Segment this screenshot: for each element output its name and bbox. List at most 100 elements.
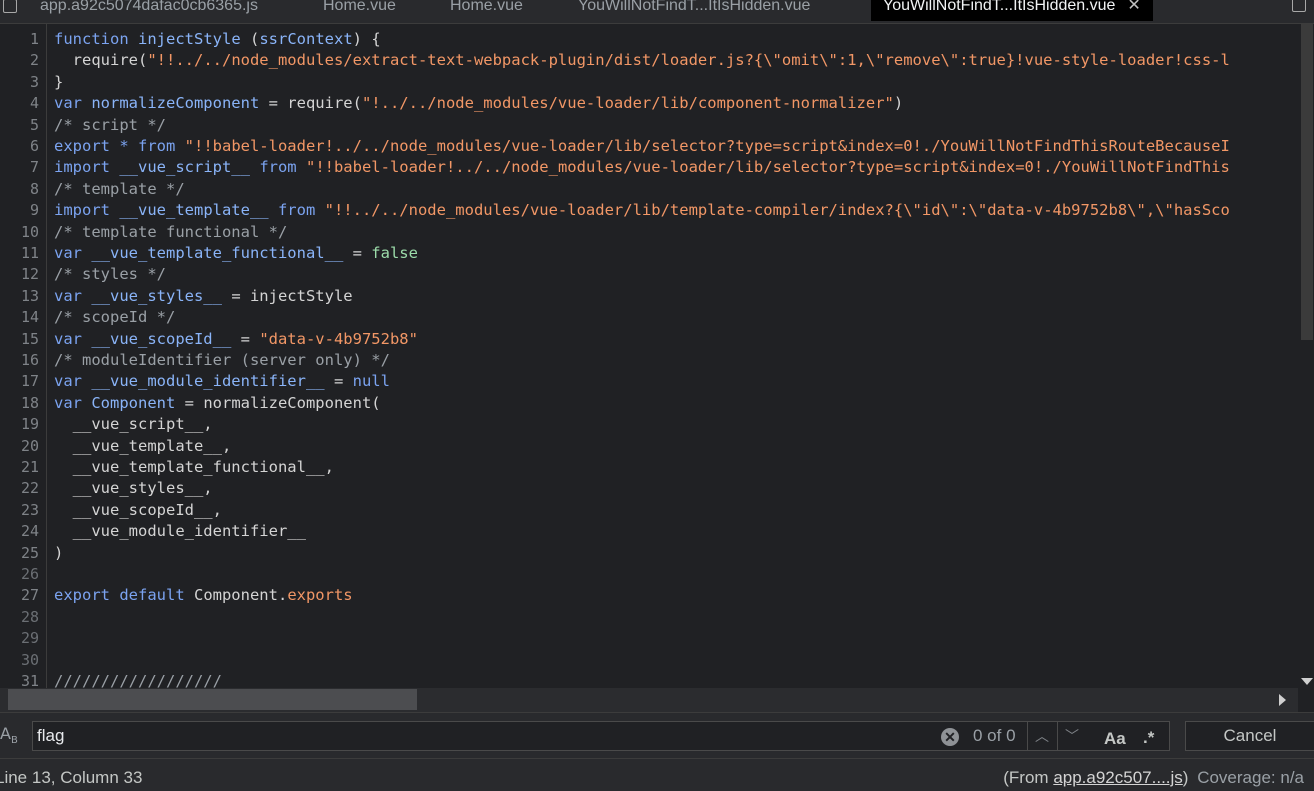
code-line[interactable]: 30 <box>0 650 1298 671</box>
code-text: require("!!../../node_modules/extract-te… <box>54 50 1230 71</box>
code-line[interactable]: 13 var __vue_styles__ = injectStyle <box>0 286 1298 307</box>
line-number[interactable]: 28 <box>0 607 39 628</box>
vertical-scroll-thumb[interactable] <box>1301 24 1313 340</box>
code-line[interactable]: 23 __vue_scopeId__, <box>0 500 1298 521</box>
code-line[interactable]: 4 var normalizeComponent = require("!../.… <box>0 93 1298 114</box>
line-number[interactable]: 29 <box>0 628 39 649</box>
search-input[interactable] <box>37 724 927 748</box>
line-number[interactable]: 31 <box>0 671 39 688</box>
scroll-down-arrow-icon[interactable] <box>1301 678 1313 685</box>
line-number[interactable]: 8 <box>0 179 39 200</box>
code-line[interactable]: 29 <box>0 628 1298 649</box>
code-line[interactable]: 11 var __vue_template_functional__ = fals… <box>0 243 1298 264</box>
code-line[interactable]: 20 __vue_template__, <box>0 436 1298 457</box>
line-number[interactable]: 1 <box>0 29 39 50</box>
regex-button[interactable]: .* <box>1143 728 1154 748</box>
line-number[interactable]: 7 <box>0 157 39 178</box>
code-token: __vue_template__ <box>119 201 269 220</box>
source-file-link[interactable]: app.a92c507....js <box>1053 768 1182 787</box>
code-line[interactable]: 7 import __vue_script__ from "!!babel-loa… <box>0 157 1298 178</box>
line-number[interactable]: 3 <box>0 72 39 93</box>
code-line[interactable]: 1 function injectStyle (ssrContext) { <box>0 29 1298 50</box>
code-line[interactable]: 28 <box>0 607 1298 628</box>
code-text: var Component = normalizeComponent( <box>54 393 381 414</box>
line-number[interactable]: 6 <box>0 136 39 157</box>
replace-toggle-sub: B <box>10 735 18 747</box>
line-number[interactable]: 17 <box>0 371 39 392</box>
line-number[interactable]: 9 <box>0 200 39 221</box>
cancel-button[interactable]: Cancel <box>1185 721 1314 751</box>
code-line[interactable]: 22 __vue_styles__, <box>0 478 1298 499</box>
line-number[interactable]: 25 <box>0 543 39 564</box>
code-text: var __vue_module_identifier__ = null <box>54 371 390 392</box>
code-line[interactable]: 31 ////////////////// <box>0 671 1298 688</box>
code-token: var <box>54 329 92 348</box>
code-line[interactable]: 14 /* scopeId */ <box>0 307 1298 328</box>
line-number[interactable]: 21 <box>0 457 39 478</box>
tab-home-vue-1[interactable]: Home.vue <box>323 0 396 21</box>
code-text: ) <box>54 543 63 564</box>
scroll-right-arrow-icon[interactable] <box>1279 694 1286 706</box>
line-number[interactable]: 22 <box>0 478 39 499</box>
code-line[interactable]: 15 var __vue_scopeId__ = "data-v-4b9752b8… <box>0 329 1298 350</box>
line-number[interactable]: 13 <box>0 286 39 307</box>
code-line[interactable]: 8 /* template */ <box>0 179 1298 200</box>
line-number[interactable]: 5 <box>0 115 39 136</box>
line-number[interactable]: 12 <box>0 264 39 285</box>
line-number[interactable]: 23 <box>0 500 39 521</box>
line-number[interactable]: 20 <box>0 436 39 457</box>
line-number[interactable]: 19 <box>0 414 39 435</box>
next-match-button[interactable]: ﹀ <box>1057 722 1086 750</box>
code-line[interactable]: 21 __vue_template_functional__, <box>0 457 1298 478</box>
tab-hidden-vue-active[interactable]: YouWillNotFindT...ItIsHidden.vue ✕ <box>871 0 1153 21</box>
line-number[interactable]: 18 <box>0 393 39 414</box>
from-prefix: (From <box>1003 768 1054 787</box>
code-token: var <box>54 286 92 305</box>
code-line[interactable]: 25) <box>0 543 1298 564</box>
code-token: "!!babel-loader!../../node_modules/vue-l… <box>184 137 1230 155</box>
horizontal-scrollbar[interactable] <box>0 688 1298 712</box>
toggle-navigator-icon[interactable] <box>0 0 20 16</box>
code-line[interactable]: 10 /* template functional */ <box>0 222 1298 243</box>
vertical-scrollbar[interactable] <box>1298 24 1314 688</box>
clear-search-icon[interactable]: ✕ <box>941 728 959 746</box>
previous-match-button[interactable]: ︿ <box>1027 722 1056 750</box>
status-bar: Line 13, Column 33 (From app.a92c507....… <box>0 758 1314 791</box>
tab-app-js[interactable]: app.a92c5074dafac0cb6365.js <box>40 0 258 21</box>
line-number[interactable]: 10 <box>0 222 39 243</box>
line-number[interactable]: 11 <box>0 243 39 264</box>
line-number[interactable]: 14 <box>0 307 39 328</box>
line-number[interactable]: 27 <box>0 585 39 606</box>
match-case-button[interactable]: Aa <box>1104 729 1126 749</box>
code-line[interactable]: 27 export default Component.exports <box>0 585 1298 606</box>
line-number[interactable]: 24 <box>0 521 39 542</box>
code-line[interactable]: 17 var __vue_module_identifier__ = null <box>0 371 1298 392</box>
code-line[interactable]: 12 /* styles */ <box>0 264 1298 285</box>
line-number[interactable]: 26 <box>0 564 39 585</box>
line-number[interactable]: 16 <box>0 350 39 371</box>
code-line[interactable]: 18 var Component = normalizeComponent( <box>0 393 1298 414</box>
replace-toggle-icon[interactable]: AB <box>0 724 18 746</box>
line-number[interactable]: 4 <box>0 93 39 114</box>
coverage-status: Coverage: n/a <box>1197 768 1304 787</box>
code-line[interactable]: 5 /* script */ <box>0 115 1298 136</box>
toggle-debugger-icon[interactable] <box>1289 0 1309 16</box>
code-line[interactable]: 9 import __vue_template__ from "!!../../n… <box>0 200 1298 221</box>
tab-home-vue-2[interactable]: Home.vue <box>450 0 523 21</box>
code-line[interactable]: 3} <box>0 72 1298 93</box>
code-line[interactable]: 19 __vue_script__, <box>0 414 1298 435</box>
code-line[interactable]: 16 /* moduleIdentifier (server only) */ <box>0 350 1298 371</box>
code-line[interactable]: 6 export * from "!!babel-loader!../../nod… <box>0 136 1298 157</box>
close-tab-icon[interactable]: ✕ <box>1127 0 1140 14</box>
code-token: export * from <box>54 137 185 155</box>
tab-hidden-vue-1[interactable]: YouWillNotFindT...ItIsHidden.vue <box>578 0 810 21</box>
code-line[interactable]: 26 <box>0 564 1298 585</box>
code-text: __vue_module_identifier__ <box>54 521 306 542</box>
horizontal-scroll-thumb[interactable] <box>8 689 417 710</box>
code-editor[interactable]: 1 function injectStyle (ssrContext) {2 re… <box>0 24 1298 688</box>
line-number[interactable]: 2 <box>0 50 39 71</box>
line-number[interactable]: 15 <box>0 329 39 350</box>
line-number[interactable]: 30 <box>0 650 39 671</box>
code-line[interactable]: 24 __vue_module_identifier__ <box>0 521 1298 542</box>
code-line[interactable]: 2 require("!!../../node_modules/extract-… <box>0 50 1298 71</box>
